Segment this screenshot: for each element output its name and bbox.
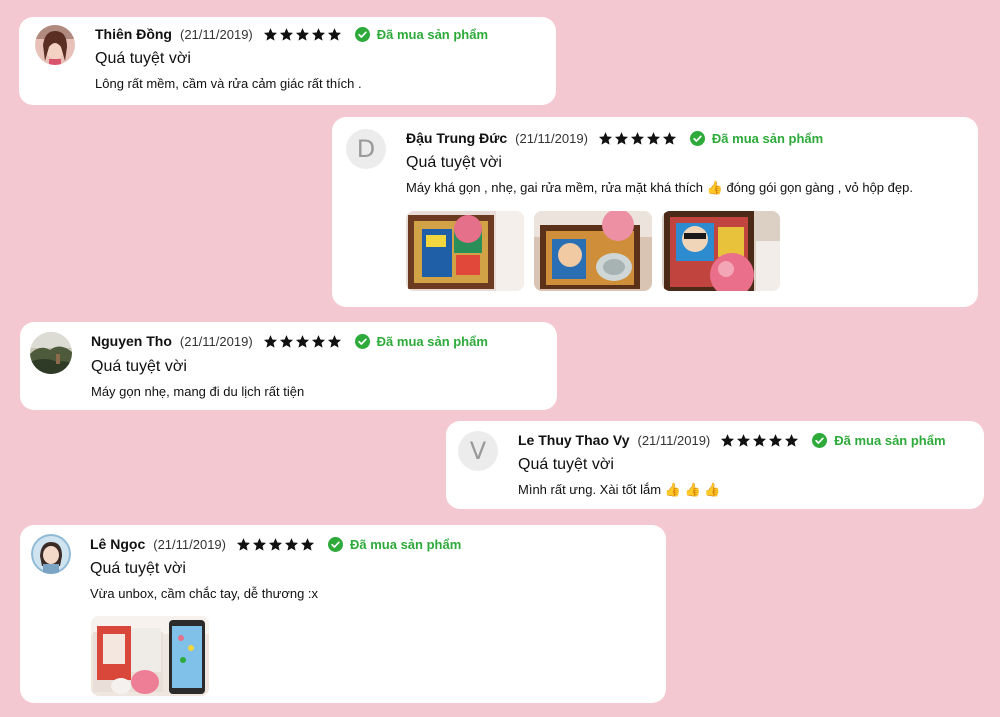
review-card: V Le Thuy Thao Vy (21/11/2019) Đã mua sả…	[446, 421, 984, 509]
star-icon	[785, 433, 799, 447]
star-rating	[236, 537, 316, 552]
review-photo[interactable]	[662, 211, 780, 291]
reviewer-name: Le Thuy Thao Vy	[518, 432, 630, 448]
star-icon	[252, 537, 267, 551]
star-icon	[614, 131, 628, 145]
check-circle-icon	[328, 536, 343, 552]
review-text: Máy gọn nhẹ, mang đi du lịch rất tiện	[91, 384, 305, 399]
review-date: (21/11/2019)	[179, 333, 253, 349]
check-circle-icon	[689, 130, 705, 146]
star-icon	[311, 27, 325, 41]
verified-purchase-badge: Đã mua sản phẩm	[689, 130, 824, 146]
review-text: Lông rất mềm, cầm và rửa cảm giác rất th…	[95, 76, 362, 91]
reviewer-avatar: D	[346, 129, 386, 169]
star-rating	[263, 27, 343, 42]
star-rating	[598, 131, 678, 146]
review-title: Quá tuyệt vời	[90, 560, 186, 577]
star-icon	[753, 433, 767, 447]
star-icon	[300, 537, 315, 551]
verified-label: Đã mua sản phẩm	[350, 536, 462, 552]
star-icon	[263, 27, 277, 41]
reviewer-name: Nguyen Tho	[91, 333, 172, 349]
reviewer-avatar: V	[458, 431, 498, 471]
star-icon	[279, 27, 293, 41]
review-photo[interactable]	[91, 616, 209, 696]
verified-purchase-badge: Đã mua sản phẩm	[354, 26, 489, 42]
review-card: D Đậu Trung Đức (21/11/2019) Đã mua sản …	[332, 117, 978, 307]
reviewer-name: Đậu Trung Đức	[406, 130, 508, 146]
star-icon	[327, 334, 341, 348]
review-text: Mình rất ưng. Xài tốt lắm 👍 👍 👍	[518, 482, 721, 497]
review-title: Quá tuyệt vời	[406, 154, 502, 171]
star-icon	[295, 27, 309, 41]
reviewer-avatar	[35, 25, 75, 65]
reviewer-avatar	[31, 534, 71, 574]
review-photo[interactable]	[406, 211, 524, 291]
star-icon	[598, 131, 612, 145]
review-title: Quá tuyệt vời	[91, 358, 187, 375]
check-circle-icon	[354, 26, 370, 42]
star-icon	[662, 131, 676, 145]
verified-purchase-badge: Đã mua sản phẩm	[812, 432, 946, 448]
verified-label: Đã mua sản phẩm	[711, 130, 824, 146]
star-icon	[721, 433, 735, 447]
review-date: (21/11/2019)	[637, 432, 711, 448]
verified-purchase-badge: Đã mua sản phẩm	[354, 333, 488, 349]
review-card: Lê Ngọc (21/11/2019) Đã mua sản phẩm Quá…	[20, 525, 666, 703]
review-card: Nguyen Tho (21/11/2019) Đã mua sản phẩm …	[20, 322, 557, 410]
reviewer-avatar	[30, 332, 72, 374]
review-date: (21/11/2019)	[515, 130, 588, 146]
star-icon	[236, 537, 251, 551]
star-icon	[284, 537, 299, 551]
star-rating	[720, 433, 800, 448]
star-icon	[311, 334, 325, 348]
check-circle-icon	[812, 432, 828, 448]
star-icon	[769, 433, 783, 447]
star-icon	[268, 537, 283, 551]
star-rating	[263, 334, 343, 349]
star-icon	[327, 27, 341, 41]
check-circle-icon	[354, 333, 370, 349]
review-date: (21/11/2019)	[180, 26, 253, 42]
review-date: (21/11/2019)	[153, 536, 226, 552]
star-icon	[646, 131, 660, 145]
review-title: Quá tuyệt vời	[518, 456, 614, 473]
verified-label: Đã mua sản phẩm	[834, 432, 946, 448]
review-text: Vừa unbox, cầm chắc tay, dễ thương :x	[90, 586, 319, 601]
reviewer-name: Lê Ngọc	[90, 536, 146, 552]
verified-purchase-badge: Đã mua sản phẩm	[328, 536, 462, 552]
verified-label: Đã mua sản phẩm	[376, 333, 488, 349]
star-icon	[279, 334, 293, 348]
star-icon	[737, 433, 751, 447]
review-title: Quá tuyệt vời	[95, 50, 191, 67]
reviewer-name: Thiên Đồng	[95, 26, 172, 42]
star-icon	[295, 334, 309, 348]
review-card: Thiên Đồng (21/11/2019) Đã mua sản phẩm …	[19, 17, 556, 105]
star-icon	[630, 131, 644, 145]
review-photo[interactable]	[534, 211, 652, 291]
verified-label: Đã mua sản phẩm	[376, 26, 489, 42]
star-icon	[263, 334, 277, 348]
review-text: Máy khá gọn , nhẹ, gai rửa mềm, rửa mặt …	[406, 180, 913, 195]
